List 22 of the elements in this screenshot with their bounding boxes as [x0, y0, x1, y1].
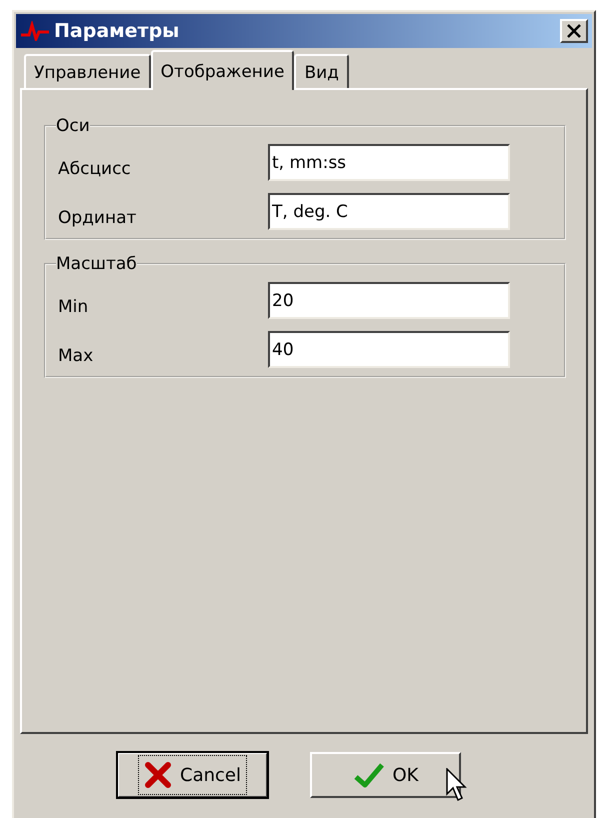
group-title: Оси: [56, 116, 90, 136]
close-icon: [566, 24, 582, 38]
tab[interactable]: Управление: [24, 54, 151, 88]
field-label: Ординат: [58, 206, 138, 228]
pulse-icon: [20, 21, 50, 41]
field-label: Абсцисс: [58, 158, 132, 178]
input-field[interactable]: T, deg. C: [268, 193, 510, 230]
group-title: Масштаб: [56, 254, 137, 274]
close-button[interactable]: [560, 19, 588, 43]
mouse-pointer-icon: [446, 768, 468, 802]
window-title: Параметры: [54, 20, 180, 42]
field-label: Max: [58, 344, 94, 366]
cancel-button[interactable]: Cancel: [117, 752, 268, 798]
checkmark-icon: [352, 761, 384, 789]
ok-button[interactable]: OK: [310, 752, 461, 798]
input-field[interactable]: 40: [268, 331, 510, 368]
input-field[interactable]: 20: [268, 282, 510, 319]
field-label: Min: [58, 296, 90, 316]
input-field[interactable]: t, mm:ss: [268, 144, 510, 181]
cross-icon: [144, 761, 172, 789]
tab[interactable]: Отображение: [150, 50, 294, 90]
tab[interactable]: Вид: [294, 54, 349, 88]
